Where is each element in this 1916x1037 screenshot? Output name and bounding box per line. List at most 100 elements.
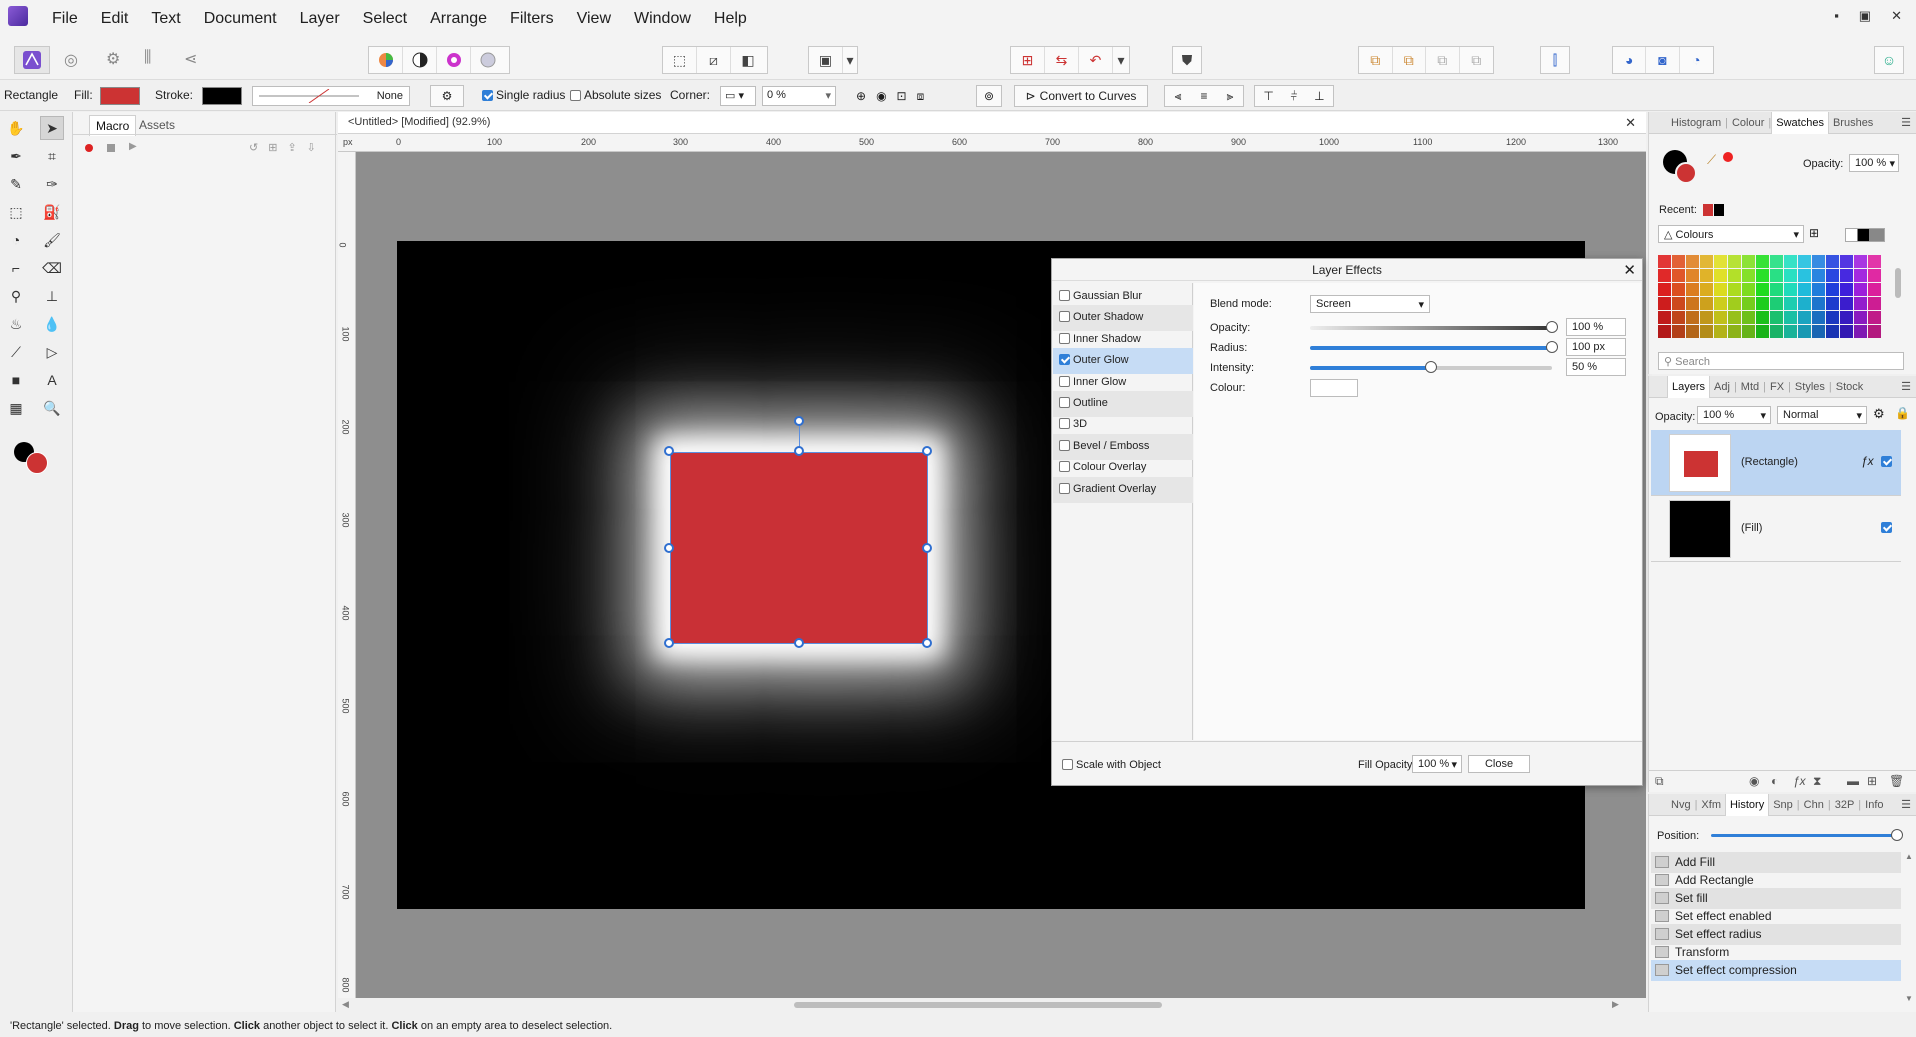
blend-mode-dropdown[interactable]: Screen ▾ bbox=[1310, 295, 1430, 313]
swatch[interactable] bbox=[1812, 269, 1825, 282]
resize-handle-r[interactable] bbox=[922, 543, 932, 553]
swatch[interactable] bbox=[1672, 283, 1685, 296]
swatch[interactable] bbox=[1714, 269, 1727, 282]
swatch[interactable] bbox=[1770, 255, 1783, 268]
corner-type-dropdown[interactable]: ▭ ▾ bbox=[720, 86, 756, 106]
affinity-designer-logo-icon[interactable] bbox=[8, 6, 28, 26]
swatch[interactable] bbox=[1840, 283, 1853, 296]
swatch[interactable] bbox=[1672, 325, 1685, 338]
swatch[interactable] bbox=[1770, 311, 1783, 324]
effect-checkbox-icon[interactable] bbox=[1059, 397, 1070, 408]
tab-chn[interactable]: Chn bbox=[1800, 799, 1828, 811]
stamp-tool-icon[interactable]: ⊥ bbox=[40, 284, 64, 308]
swatch[interactable] bbox=[1700, 283, 1713, 296]
transform-origin-icon[interactable]: ⊕ bbox=[856, 89, 866, 103]
swatch[interactable] bbox=[1770, 269, 1783, 282]
swatch[interactable] bbox=[1756, 283, 1769, 296]
swatch-scroll-thumb[interactable] bbox=[1895, 268, 1901, 298]
swatch[interactable] bbox=[1728, 283, 1741, 296]
current-colour-dot[interactable] bbox=[1723, 152, 1733, 162]
swatch[interactable] bbox=[1854, 255, 1867, 268]
swatch[interactable] bbox=[1868, 269, 1881, 282]
close-window-icon[interactable]: ✕ bbox=[1891, 8, 1902, 24]
horizontal-scrollbar[interactable]: ◀ ▶ bbox=[338, 998, 1646, 1012]
corner-value-field[interactable]: 0 % ▾ bbox=[762, 86, 836, 106]
play-icon[interactable]: ▶ bbox=[129, 141, 137, 152]
tab-swatches[interactable]: Swatches bbox=[1771, 111, 1829, 134]
hourglass-icon[interactable]: ⧗ bbox=[1813, 774, 1821, 789]
visibility-icon[interactable]: ◉ bbox=[876, 89, 886, 103]
move-to-front-icon[interactable]: ⧉ bbox=[1460, 47, 1493, 73]
secondary-colour-icon[interactable] bbox=[26, 452, 48, 474]
swatch[interactable] bbox=[1658, 325, 1671, 338]
layer-visibility-checkbox[interactable] bbox=[1881, 520, 1895, 534]
swatch[interactable] bbox=[1798, 269, 1811, 282]
absolute-sizes-checkbox[interactable]: Absolute sizes bbox=[570, 88, 661, 102]
crop-tool-icon[interactable]: ⌗ bbox=[40, 144, 64, 168]
swatch[interactable] bbox=[1826, 283, 1839, 296]
swatch[interactable] bbox=[1742, 283, 1755, 296]
swatch[interactable] bbox=[1714, 325, 1727, 338]
swatch[interactable] bbox=[1756, 255, 1769, 268]
swatch[interactable] bbox=[1700, 297, 1713, 310]
swatch[interactable] bbox=[1826, 255, 1839, 268]
export-persona-icon[interactable]: ⚙ bbox=[106, 49, 120, 69]
dialog-close-icon[interactable]: ✕ bbox=[1623, 261, 1636, 279]
swatch[interactable] bbox=[1840, 311, 1853, 324]
restore-icon[interactable]: ▣ bbox=[1859, 8, 1871, 24]
menu-view[interactable]: View bbox=[565, 8, 622, 32]
fill-opacity-field[interactable]: 100 % ▾ bbox=[1412, 755, 1462, 773]
swatch[interactable] bbox=[1826, 325, 1839, 338]
intensity-slider-knob[interactable] bbox=[1425, 361, 1437, 373]
swatch[interactable] bbox=[1756, 297, 1769, 310]
radius-slider-knob[interactable] bbox=[1546, 341, 1558, 353]
swatch[interactable] bbox=[1868, 311, 1881, 324]
library-icon[interactable]: ⊞ bbox=[268, 141, 277, 154]
swatch[interactable] bbox=[1854, 269, 1867, 282]
opacity-field[interactable]: 100 % bbox=[1566, 318, 1626, 336]
swatch[interactable] bbox=[1658, 311, 1671, 324]
swatch[interactable] bbox=[1840, 297, 1853, 310]
corner-tool-icon[interactable]: ▷ bbox=[40, 340, 64, 364]
pixel-persona-icon[interactable]: ◎ bbox=[64, 50, 78, 70]
stroke-colour-well[interactable] bbox=[1675, 162, 1697, 184]
document-tab[interactable]: <Untitled> [Modified] (92.9%) ✕ bbox=[338, 112, 1646, 134]
swatch[interactable] bbox=[1714, 283, 1727, 296]
swatch[interactable] bbox=[1700, 311, 1713, 324]
tab-styles[interactable]: Styles bbox=[1791, 381, 1829, 393]
effect-checkbox-icon[interactable] bbox=[1059, 354, 1070, 366]
swatch[interactable] bbox=[1728, 269, 1741, 282]
swatch[interactable] bbox=[1756, 325, 1769, 338]
scale-with-object-checkbox[interactable]: Scale with Object bbox=[1062, 759, 1161, 771]
tab-assets[interactable]: Assets bbox=[133, 115, 181, 135]
fill-swatch[interactable] bbox=[100, 87, 140, 105]
swatch[interactable] bbox=[1826, 269, 1839, 282]
swatch[interactable] bbox=[1686, 325, 1699, 338]
opacity-slider-knob[interactable] bbox=[1546, 321, 1558, 333]
swatch[interactable] bbox=[1784, 283, 1797, 296]
swatch[interactable] bbox=[1714, 297, 1727, 310]
swatch[interactable] bbox=[1658, 297, 1671, 310]
resize-handle-t[interactable] bbox=[794, 446, 804, 456]
menu-window[interactable]: Window bbox=[622, 8, 702, 32]
rectangle-tool-icon[interactable]: ■ bbox=[4, 368, 28, 392]
tab-xfm[interactable]: Xfm bbox=[1697, 799, 1725, 811]
swatch[interactable] bbox=[1728, 311, 1741, 324]
history-scrollbar[interactable]: ▲ ▼ bbox=[1905, 852, 1915, 1008]
position-slider-knob[interactable] bbox=[1891, 829, 1903, 841]
vector-brush-icon[interactable]: ⌐ bbox=[4, 256, 28, 280]
zoom-tool-icon[interactable]: ⚲ bbox=[4, 284, 28, 308]
resize-handle-l[interactable] bbox=[664, 543, 674, 553]
swatch[interactable] bbox=[1672, 297, 1685, 310]
menu-filters[interactable]: Filters bbox=[498, 8, 565, 32]
tab-32p[interactable]: 32P bbox=[1831, 799, 1859, 811]
layer-row-rectangle[interactable]: (Rectangle) ƒx bbox=[1651, 430, 1901, 496]
record-icon[interactable] bbox=[85, 144, 93, 152]
undo-macro-icon[interactable]: ↺ bbox=[249, 141, 258, 154]
align-middle-icon[interactable]: ⫩ bbox=[1291, 89, 1298, 104]
single-radius-checkbox[interactable]: Single radius bbox=[482, 88, 565, 102]
lock-aspect-icon[interactable]: ⊡ bbox=[897, 89, 907, 103]
align-right-icon[interactable]: ⫸ bbox=[1227, 89, 1234, 104]
layer-visibility-checkbox[interactable] bbox=[1881, 454, 1895, 468]
swatch[interactable] bbox=[1658, 269, 1671, 282]
